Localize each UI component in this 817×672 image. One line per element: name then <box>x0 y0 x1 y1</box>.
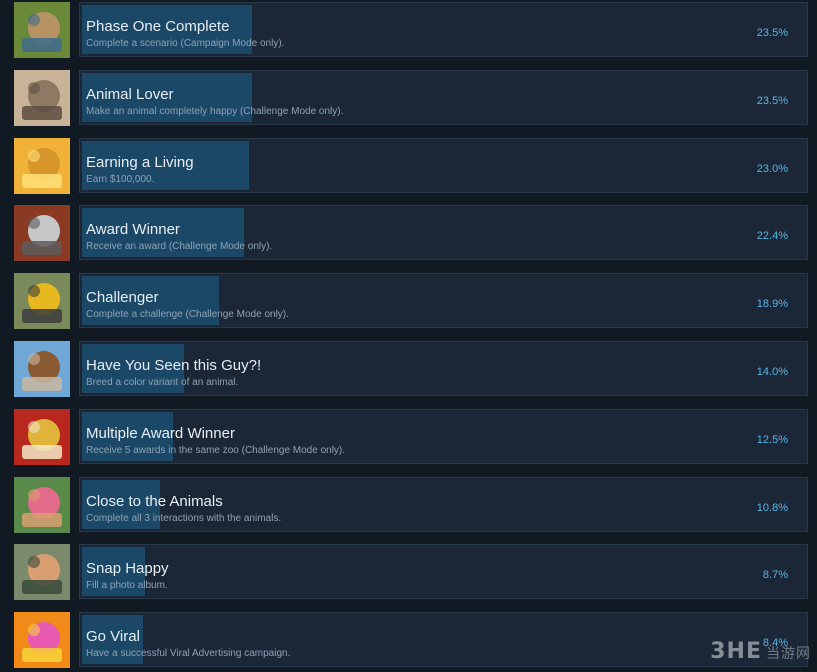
achievement-description: Have a successful Viral Advertising camp… <box>86 648 291 659</box>
elephant-icon <box>14 70 70 126</box>
achievement-description: Receive 5 awards in the same zoo (Challe… <box>86 445 346 456</box>
photographer-icon <box>14 544 70 600</box>
unlock-percentage: 12.5% <box>756 434 788 446</box>
achievement-name: Animal Lover <box>86 86 174 103</box>
zookeeper-icon <box>14 477 70 533</box>
achievement-description: Complete a challenge (Challenge Mode onl… <box>86 309 289 320</box>
gold-bars-icon <box>14 138 70 194</box>
achievement-row[interactable]: Close to the Animals Complete all 3 inter… <box>0 476 817 534</box>
achievement-description: Receive an award (Challenge Mode only). <box>86 241 273 252</box>
achievement-progress-bar: Go Viral Have a successful Viral Advertis… <box>79 612 808 667</box>
watermark-brand: 3HE <box>710 639 762 664</box>
achievement-row[interactable]: Animal Lover Make an animal completely ha… <box>0 69 817 127</box>
zoo-map-icon <box>14 2 70 58</box>
achievement-description: Fill a photo album. <box>86 580 168 591</box>
achievement-name: Have You Seen this Guy?! <box>86 357 262 374</box>
trophy-icon <box>14 205 70 261</box>
unlock-percentage: 10.8% <box>756 502 788 514</box>
achievement-progress-bar: Close to the Animals Complete all 3 inter… <box>79 477 808 532</box>
achievement-row[interactable]: Have You Seen this Guy?! Breed a color va… <box>0 340 817 398</box>
achievement-progress-bar: Award Winner Receive an award (Challenge … <box>79 205 808 260</box>
achievement-name: Earning a Living <box>86 154 194 171</box>
achievement-row[interactable]: Award Winner Receive an award (Challenge … <box>0 204 817 262</box>
achievement-description: Make an animal completely happy (Challen… <box>86 106 344 117</box>
achievement-name: Close to the Animals <box>86 493 223 510</box>
unlock-percentage: 22.4% <box>756 230 788 242</box>
achievement-description: Complete a scenario (Campaign Mode only)… <box>86 38 285 49</box>
achievement-row[interactable]: Earning a Living Earn $100,000. 23.0% <box>0 137 817 195</box>
yellow-cart-icon <box>14 273 70 329</box>
unlock-percentage: 23.0% <box>756 163 788 175</box>
viral-ad-icon <box>14 612 70 668</box>
achievement-row[interactable]: Challenger Complete a challenge (Challeng… <box>0 272 817 330</box>
achievement-description: Earn $100,000. <box>86 174 155 185</box>
achievement-list: Phase One Complete Complete a scenario (C… <box>0 0 817 672</box>
unlock-percentage: 14.0% <box>756 366 788 378</box>
achievement-name: Multiple Award Winner <box>86 425 235 442</box>
bears-icon <box>14 341 70 397</box>
achievement-name: Phase One Complete <box>86 18 230 35</box>
achievement-row[interactable]: Snap Happy Fill a photo album. 8.7% <box>0 543 817 601</box>
achievement-progress-bar: Snap Happy Fill a photo album. 8.7% <box>79 544 808 599</box>
watermark-site: 当游网 <box>766 646 811 662</box>
achievement-name: Challenger <box>86 289 159 306</box>
achievement-name: Award Winner <box>86 221 180 238</box>
achievement-row[interactable]: Go Viral Have a successful Viral Advertis… <box>0 611 817 669</box>
achievement-description: Breed a color variant of an animal. <box>86 377 239 388</box>
unlock-percentage: 18.9% <box>756 298 788 310</box>
achievement-description: Complete all 3 interactions with the ani… <box>86 513 282 524</box>
gold-medals-icon <box>14 409 70 465</box>
achievement-name: Go Viral <box>86 628 140 645</box>
unlock-percentage: 8.7% <box>762 569 788 581</box>
achievement-progress-bar: Have You Seen this Guy?! Breed a color va… <box>79 341 808 396</box>
achievement-progress-bar: Animal Lover Make an animal completely ha… <box>79 70 808 125</box>
achievement-progress-bar: Phase One Complete Complete a scenario (C… <box>79 2 808 57</box>
achievement-progress-bar: Multiple Award Winner Receive 5 awards in… <box>79 409 808 464</box>
achievement-row[interactable]: Phase One Complete Complete a scenario (C… <box>0 1 817 59</box>
watermark-logo: 3HE 当游网 <box>710 639 811 664</box>
achievement-name: Snap Happy <box>86 560 169 577</box>
achievement-row[interactable]: Multiple Award Winner Receive 5 awards in… <box>0 408 817 466</box>
unlock-percentage: 23.5% <box>756 27 788 39</box>
unlock-percentage: 23.5% <box>756 95 788 107</box>
achievement-progress-bar: Earning a Living Earn $100,000. 23.0% <box>79 138 808 193</box>
achievement-progress-bar: Challenger Complete a challenge (Challeng… <box>79 273 808 328</box>
